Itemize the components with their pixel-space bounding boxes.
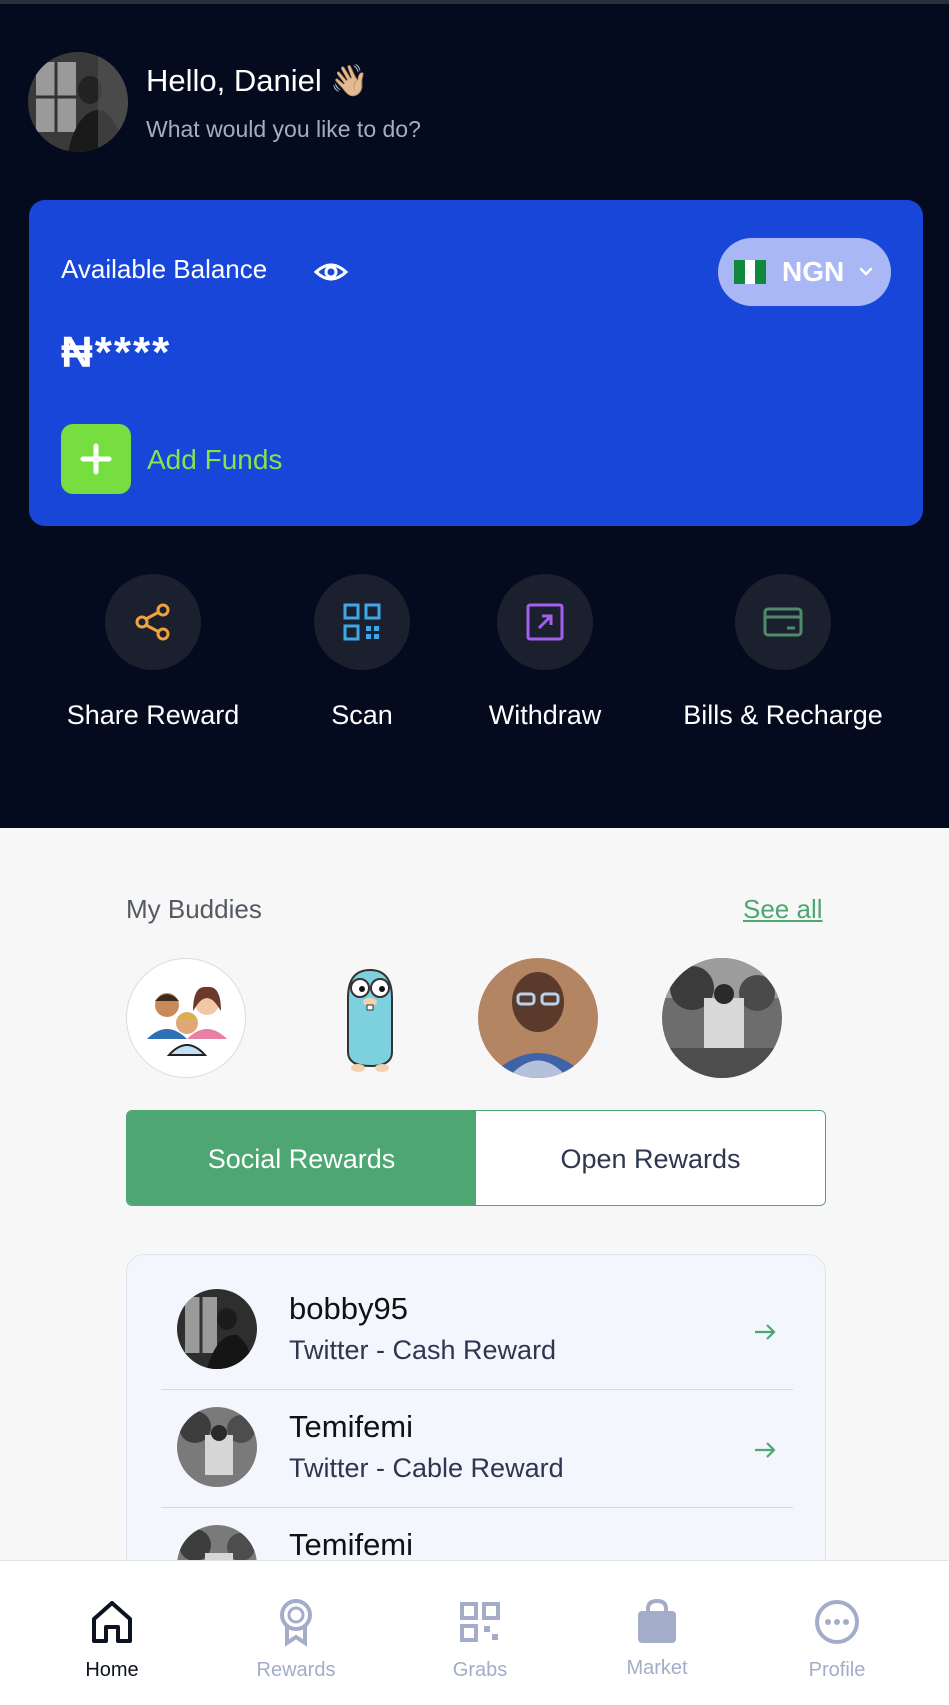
withdraw-arrow-icon [526,603,564,641]
tab-open-rewards[interactable]: Open Rewards [476,1111,825,1205]
status-bar-edge [0,0,949,4]
nav-rewards-label: Rewards [256,1659,336,1681]
tab-social-rewards[interactable]: Social Rewards [127,1111,476,1205]
bills-recharge-label[interactable]: Bills & Recharge [683,700,883,731]
bills-recharge-button[interactable] [735,574,831,670]
share-reward-label[interactable]: Share Reward [67,700,240,731]
eye-icon[interactable] [313,254,349,290]
reward-description: Twitter - Cable Reward [289,1453,564,1483]
dashboard-header-section: Hello, Daniel 👋🏼 What would you like to … [0,0,949,828]
rewards-medal-icon [280,1599,312,1647]
gopher-avatar[interactable] [310,958,430,1078]
withdraw-label[interactable]: Withdraw [489,700,602,731]
chevron-down-icon [859,267,873,276]
nav-profile-label: Profile [808,1659,866,1681]
share-reward-button[interactable] [105,574,201,670]
nav-rewards[interactable]: Rewards [231,1561,361,1705]
shopping-bag-icon [638,1598,676,1643]
currency-selector[interactable]: NGN [718,238,891,306]
add-funds-label[interactable]: Add Funds [147,444,282,476]
nav-home[interactable]: Home [47,1561,177,1705]
outdoor-photo-avatar[interactable] [662,958,782,1078]
scan-label[interactable]: Scan [331,700,393,731]
user-avatar[interactable] [28,52,128,152]
arrow-right-icon[interactable] [753,1323,777,1341]
greeting-text: Hello, Daniel 👋🏼 [146,63,369,98]
home-icon [92,1601,132,1643]
more-dots-icon [815,1600,859,1644]
grid-icon [460,1602,500,1642]
card-icon [763,607,803,637]
nav-grabs[interactable]: Grabs [415,1561,545,1705]
currency-code: NGN [782,256,845,287]
bottom-navigation: Home Rewards Grabs Market Profile [0,1560,949,1705]
plus-icon [80,443,112,475]
arrow-right-icon[interactable] [753,1441,777,1459]
nigeria-flag-icon [734,260,766,284]
add-funds-button[interactable] [61,424,131,494]
reward-description: Twitter - Cash Reward [289,1335,557,1365]
reward-user-name: Temifemi [289,1409,414,1444]
nav-profile[interactable]: Profile [772,1561,902,1705]
withdraw-button[interactable] [497,574,593,670]
reward-user-name: Temifemi [289,1527,414,1562]
list-item[interactable]: Temifemi Twitter - Cable Reward [127,1373,825,1491]
man-photo-avatar[interactable] [478,958,598,1078]
share-icon [135,603,170,641]
list-item[interactable]: bobby95 Twitter - Cash Reward [127,1255,825,1373]
reward-user-avatar [177,1407,257,1487]
group-avatar[interactable] [126,958,246,1078]
greeting-subtitle: What would you like to do? [146,116,421,142]
balance-card: Available Balance NGN ₦**** Add Funds [29,200,923,526]
nav-market-label: Market [626,1657,688,1679]
reward-user-avatar [177,1289,257,1369]
see-all-link[interactable]: See all [743,894,823,925]
nav-home-label: Home [85,1659,139,1681]
qr-code-icon [343,603,381,641]
balance-label: Available Balance [61,254,268,284]
buddies-title: My Buddies [126,894,262,924]
reward-user-name: bobby95 [289,1291,408,1326]
rewards-tabs: Social Rewards Open Rewards [126,1110,826,1206]
nav-market[interactable]: Market [592,1561,722,1705]
scan-button[interactable] [314,574,410,670]
balance-amount: ₦**** [61,328,172,377]
nav-grabs-label: Grabs [452,1659,508,1681]
